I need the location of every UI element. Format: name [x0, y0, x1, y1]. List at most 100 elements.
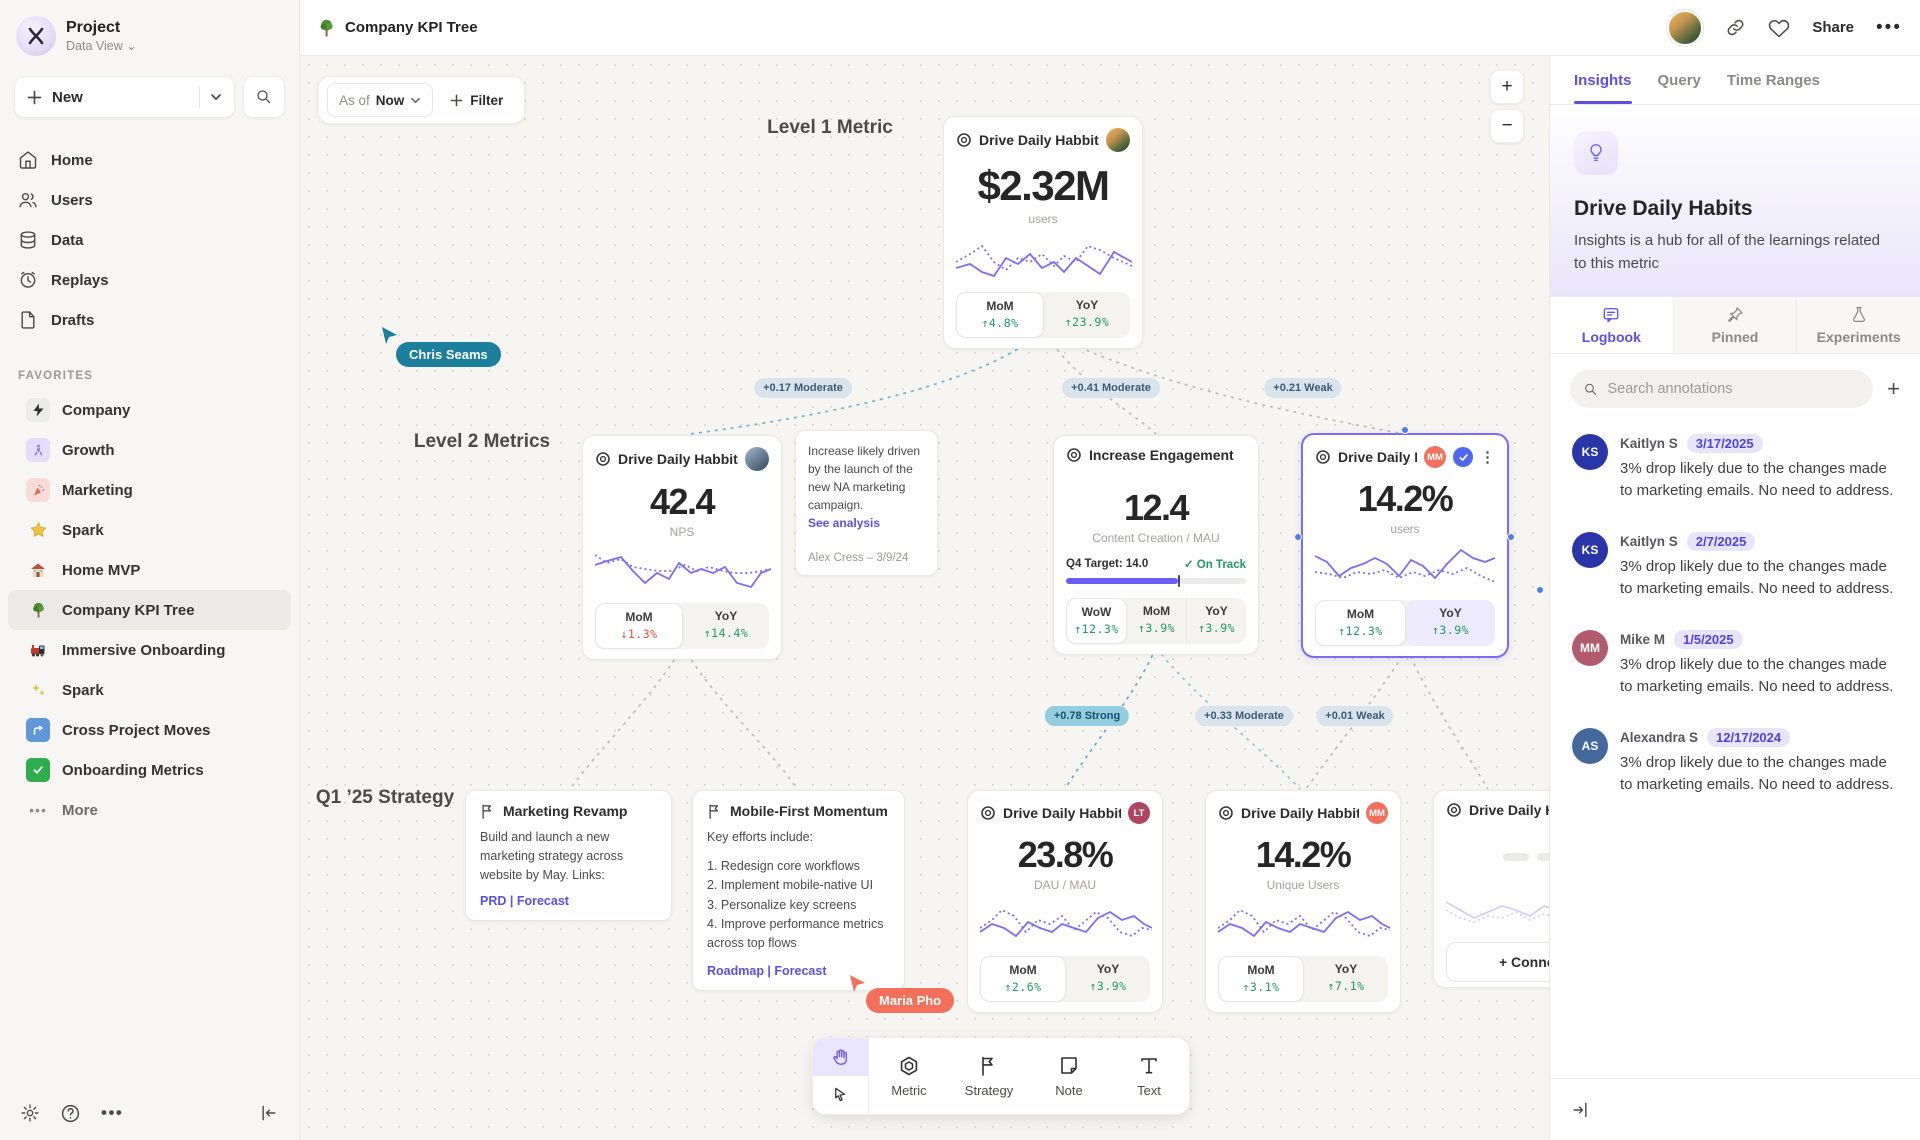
favorite-heart-icon[interactable]: [1768, 17, 1790, 39]
sidebar-item-spark[interactable]: Spark: [8, 510, 291, 550]
sparkles-icon: [26, 678, 50, 702]
yoy-chip[interactable]: YoY ↑14.4%: [683, 603, 769, 649]
insights-panel: Insights Query Time Ranges Drive Daily H…: [1549, 56, 1920, 1140]
annotation-item[interactable]: AS Alexandra S 12/17/2024 3% drop likely…: [1572, 728, 1898, 796]
selection-handle[interactable]: [1536, 586, 1544, 594]
annotation-search[interactable]: [1570, 370, 1873, 408]
project-view-switcher[interactable]: Data View ⌄: [66, 38, 137, 53]
yoy-chip[interactable]: YoY ↑3.9%: [1406, 600, 1495, 646]
yoy-chip[interactable]: YoY ↑23.9%: [1044, 292, 1130, 338]
metric-unit: NPS: [595, 525, 769, 539]
strategy-tool[interactable]: Strategy: [949, 1038, 1029, 1114]
help-icon[interactable]: [60, 1103, 81, 1124]
annotation-list: KS Kaitlyn S 3/17/2025 3% drop likely du…: [1550, 414, 1920, 796]
add-annotation-button[interactable]: +: [1887, 378, 1900, 400]
sidebar-item-onboarding-metrics[interactable]: Onboarding Metrics: [8, 750, 291, 790]
subtab-experiments[interactable]: Experiments: [1796, 297, 1920, 353]
note-tool[interactable]: Note: [1029, 1038, 1109, 1114]
strategy-note-marketing-revamp[interactable]: Marketing Revamp Build and launch a new …: [465, 790, 672, 921]
connect-button[interactable]: + Connect: [1446, 942, 1549, 982]
chevron-down-icon[interactable]: [210, 91, 222, 103]
sparkline: [1218, 898, 1390, 948]
metric-card-unconnected[interactable]: Drive Daily Hab + Connect: [1433, 790, 1549, 988]
metric-unit: DAU / MAU: [980, 878, 1150, 892]
filter-button[interactable]: Filter: [437, 93, 516, 108]
tab-query[interactable]: Query: [1658, 56, 1701, 104]
wow-chip[interactable]: WoW ↑12.3%: [1066, 598, 1127, 644]
prd-forecast-links[interactable]: PRD | Forecast: [480, 894, 657, 908]
sidebar-item-home[interactable]: Home: [0, 140, 299, 180]
hand-tool[interactable]: [813, 1038, 868, 1076]
tab-time-ranges[interactable]: Time Ranges: [1727, 56, 1820, 104]
mom-chip[interactable]: MoM ↑3.9%: [1127, 598, 1186, 644]
metric-card-drive-daily-habits-nps[interactable]: Drive Daily Habbits 42.4 NPS MoM ↓1.3% Y…: [582, 435, 782, 660]
sidebar-item-marketing[interactable]: Marketing: [8, 470, 291, 510]
sidebar-item-spark-2[interactable]: Spark: [8, 670, 291, 710]
mom-chip[interactable]: MoM ↓1.3%: [595, 603, 683, 649]
sidebar-item-cross-project-moves[interactable]: Cross Project Moves: [8, 710, 291, 750]
annotation-item[interactable]: KS Kaitlyn S 3/17/2025 3% drop likely du…: [1572, 434, 1898, 502]
sidebar-item-immersive-onboarding[interactable]: Immersive Onboarding: [8, 630, 291, 670]
copy-link-icon[interactable]: [1725, 17, 1746, 38]
select-tool[interactable]: [813, 1076, 868, 1114]
sidebar-item-company-kpi-tree[interactable]: Company KPI Tree: [8, 590, 291, 630]
annotation-item[interactable]: KS Kaitlyn S 2/7/2025 3% drop likely due…: [1572, 532, 1898, 600]
project-name: Project: [66, 19, 137, 37]
yoy-chip[interactable]: YoY ↑3.9%: [1066, 956, 1150, 1002]
zoom-out-button[interactable]: −: [1490, 109, 1524, 143]
settings-gear-icon[interactable]: [20, 1103, 40, 1123]
sidebar: Project Data View ⌄ New Home Users Data: [0, 0, 300, 1140]
sidebar-item-replays[interactable]: Replays: [0, 260, 299, 300]
sidebar-item-drafts[interactable]: Drafts: [0, 300, 299, 340]
as-of-dropdown[interactable]: As of Now: [327, 83, 433, 117]
workspace-logo[interactable]: [16, 16, 56, 56]
collapse-panel-icon[interactable]: [1570, 1100, 1590, 1120]
canvas-annotation-note[interactable]: Increase likely driven by the launch of …: [795, 430, 938, 576]
yoy-chip[interactable]: YoY ↑3.9%: [1186, 598, 1246, 644]
owner-avatar: [745, 447, 769, 471]
metric-card-drive-daily-habits-dau[interactable]: Drive Daily Habbits LT 23.8% DAU / MAU M…: [967, 790, 1163, 1013]
sidebar-search-button[interactable]: [243, 76, 285, 118]
insights-hero: Drive Daily Habits Insights is a hub for…: [1550, 105, 1920, 297]
sidebar-item-users[interactable]: Users: [0, 180, 299, 220]
ellipsis-icon: •••: [26, 798, 50, 822]
text-tool[interactable]: Text: [1109, 1038, 1189, 1114]
annotation-author: Kaitlyn S: [1620, 534, 1678, 549]
sidebar-item-company[interactable]: Company: [8, 390, 291, 430]
metric-card-increase-engagement[interactable]: Increase Engagement 12.4 Content Creatio…: [1053, 435, 1259, 655]
metric-card-drive-daily-habits-l1[interactable]: Drive Daily Habbits $2.32M users MoM ↑4.…: [943, 116, 1143, 349]
share-button[interactable]: Share: [1812, 19, 1854, 36]
more-options-icon[interactable]: •••: [101, 1103, 123, 1123]
selection-handle[interactable]: [1507, 533, 1515, 541]
mom-chip[interactable]: MoM ↑12.3%: [1315, 600, 1406, 646]
zoom-in-button[interactable]: +: [1490, 70, 1524, 104]
more-menu-icon[interactable]: •••: [1876, 17, 1902, 39]
subtab-pinned[interactable]: Pinned: [1673, 297, 1797, 353]
metric-card-drive-daily-habits-unique[interactable]: Drive Daily Habbits MM 14.2% Unique User…: [1205, 790, 1401, 1013]
mom-chip[interactable]: MoM ↑4.8%: [956, 292, 1044, 338]
mom-chip[interactable]: MoM ↑3.1%: [1218, 956, 1304, 1002]
sidebar-item-data[interactable]: Data: [0, 220, 299, 260]
lightning-icon: [26, 398, 50, 422]
see-analysis-link[interactable]: See analysis: [808, 516, 925, 530]
mom-chip[interactable]: MoM ↑2.6%: [980, 956, 1066, 1002]
sidebar-item-growth[interactable]: Growth: [8, 430, 291, 470]
annotation-item[interactable]: MM Mike M 1/5/2025 3% drop likely due to…: [1572, 630, 1898, 698]
kpi-tree-canvas[interactable]: As of Now Filter + − Level 1 Metric Leve…: [300, 56, 1549, 1140]
new-button[interactable]: New: [14, 76, 235, 118]
user-avatar[interactable]: [1667, 10, 1703, 46]
card-menu-icon[interactable]: ⋮: [1480, 448, 1495, 466]
metric-card-drive-daily-habits-selected[interactable]: Drive Daily Habb.. MM ⋮ 14.2% users MoM …: [1301, 433, 1509, 658]
tab-insights[interactable]: Insights: [1574, 56, 1632, 104]
yoy-chip[interactable]: YoY ↑7.1%: [1304, 956, 1388, 1002]
edge-label: +0.41 Moderate: [1062, 378, 1160, 398]
selection-handle[interactable]: [1401, 426, 1409, 434]
selection-handle[interactable]: [1294, 533, 1302, 541]
sidebar-item-home-mvp[interactable]: Home MVP: [8, 550, 291, 590]
sidebar-item-more[interactable]: ••• More: [8, 790, 291, 830]
annotation-search-input[interactable]: [1608, 381, 1861, 397]
subtab-logbook[interactable]: Logbook: [1550, 297, 1673, 353]
collapse-sidebar-icon[interactable]: [259, 1103, 279, 1123]
strategy-note-mobile-first-momentum[interactable]: Mobile-First Momentum Key efforts includ…: [692, 790, 905, 991]
metric-tool[interactable]: Metric: [869, 1038, 949, 1114]
